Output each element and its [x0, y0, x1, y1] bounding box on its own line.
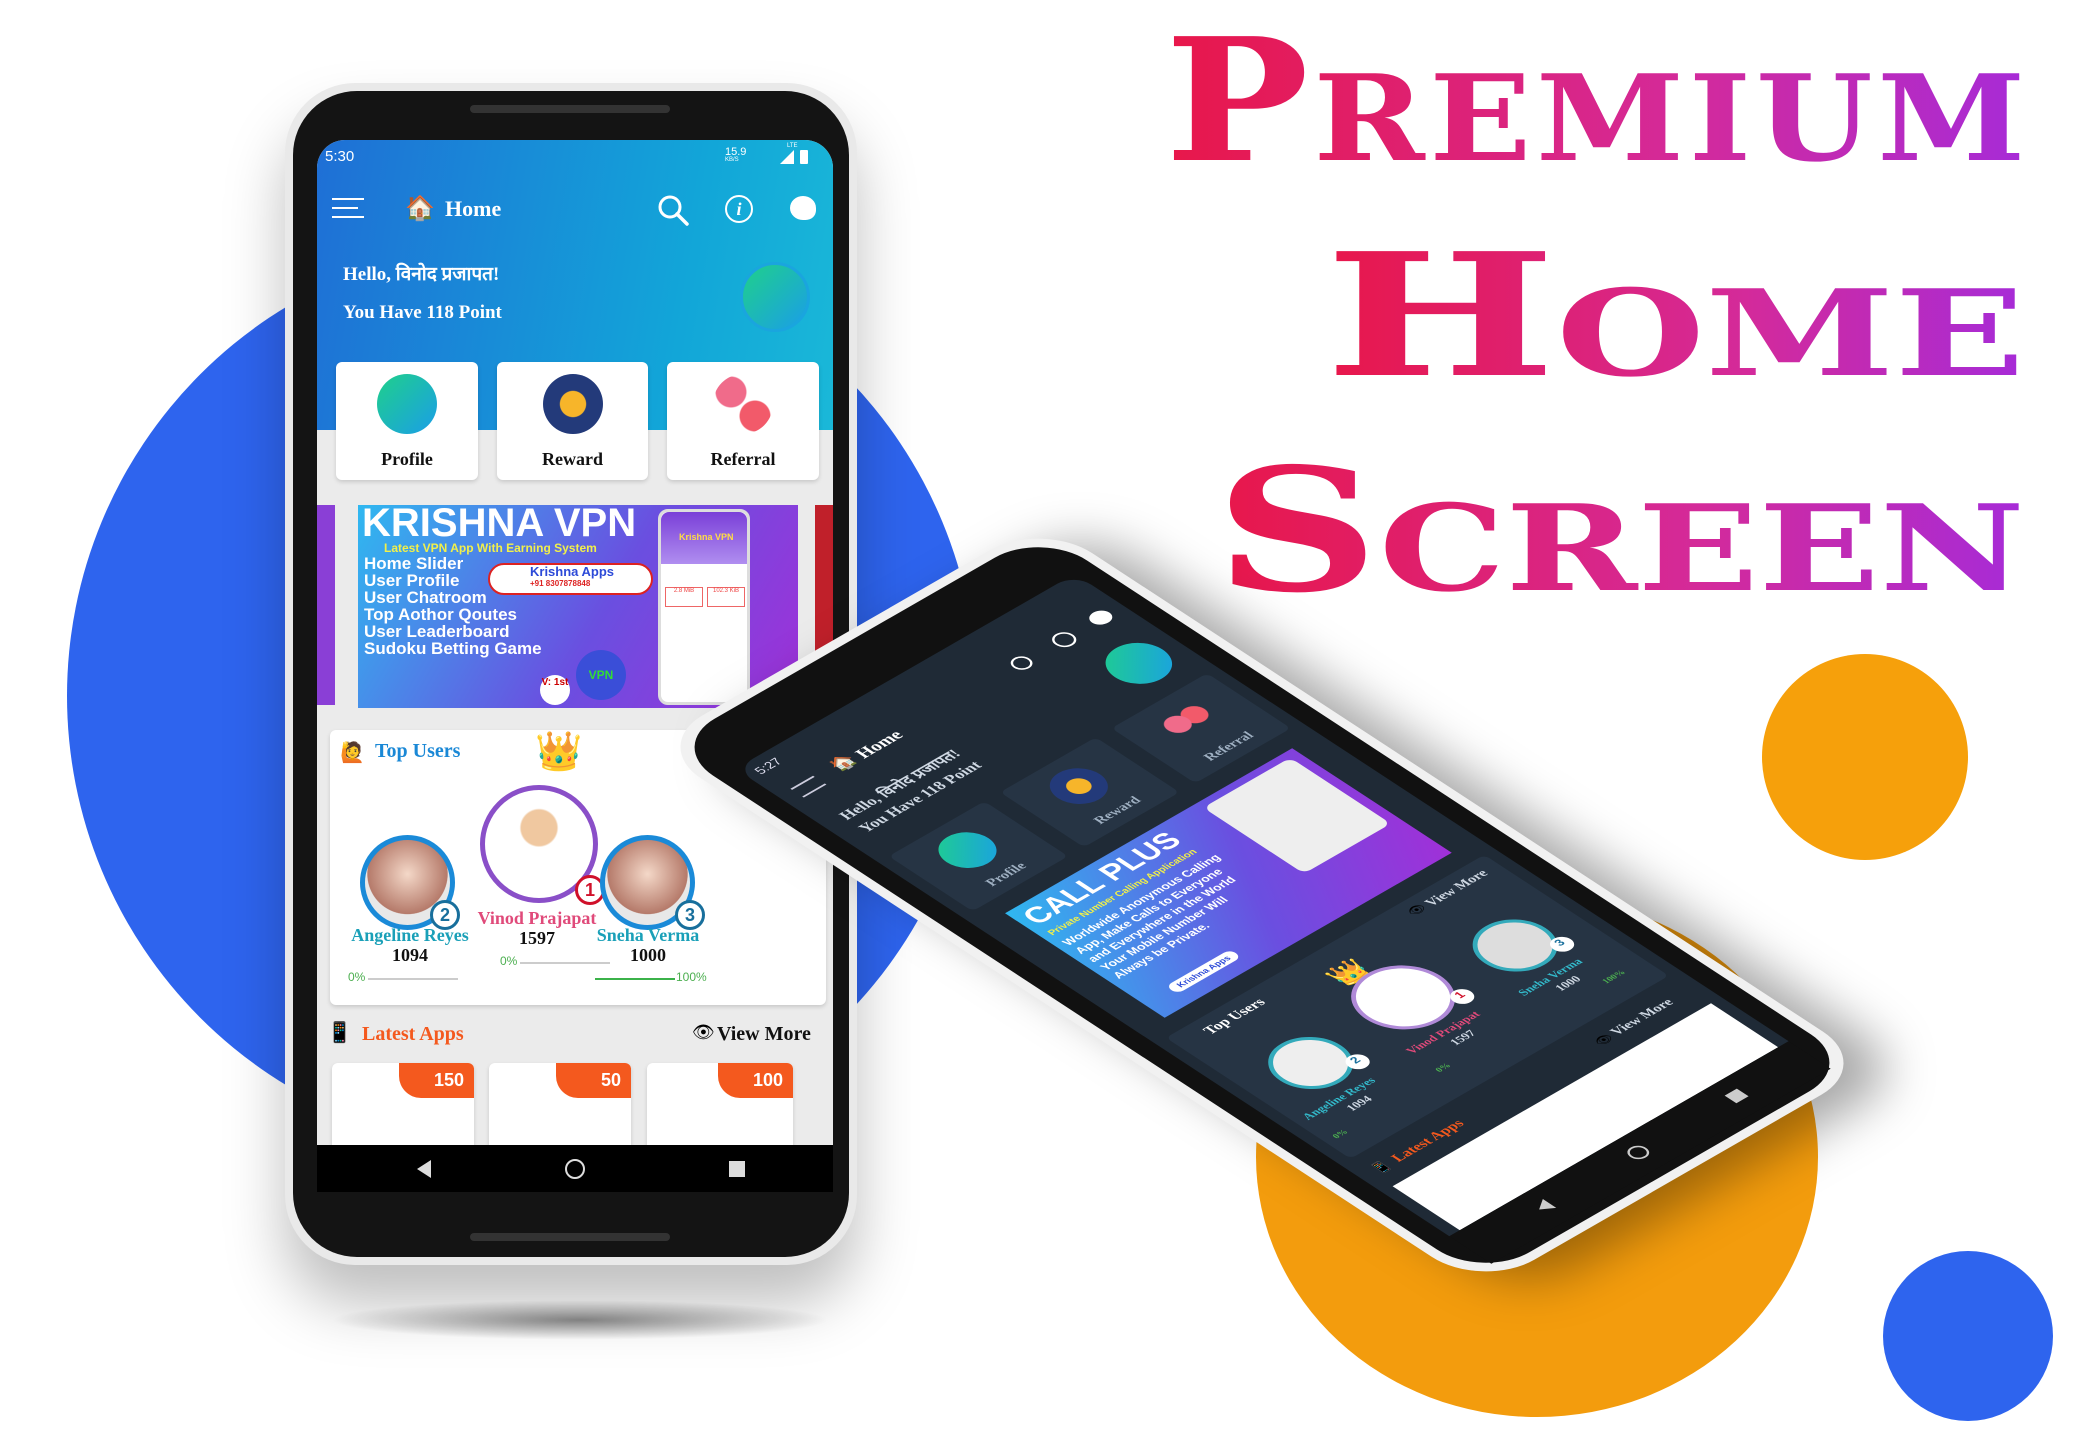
points-text: You Have 118 Point — [343, 302, 502, 323]
recents-button[interactable] — [1724, 1088, 1749, 1104]
latest-apps-icon: 📱 — [327, 1022, 352, 1044]
vpn-badge: VPN — [576, 650, 626, 700]
signal-icon — [780, 150, 794, 164]
back-button[interactable] — [1532, 1199, 1557, 1214]
banner-slider[interactable]: KRISHNA VPN Latest VPN App With Earning … — [358, 505, 798, 708]
progress-label: 100% — [1599, 968, 1628, 985]
small-blue-circle-decoration — [1883, 1251, 2053, 1421]
home-button[interactable] — [565, 1159, 585, 1179]
user-name: Sneha Verma — [596, 925, 700, 945]
mock-download: 2.8 MiB — [665, 587, 703, 607]
recents-button[interactable] — [729, 1161, 745, 1177]
latest-apps-title: Latest Apps — [362, 1023, 464, 1045]
palette-icon[interactable] — [1084, 607, 1118, 628]
phone-shadow — [330, 1300, 830, 1340]
feature-item: Sudoku Betting Game — [364, 639, 542, 658]
coin-badge: 100 — [718, 1063, 793, 1098]
progress-bar — [368, 978, 458, 980]
status-time: 5:30 — [325, 148, 355, 165]
referral-icon — [1149, 696, 1232, 748]
home-icon: 🏠 — [824, 751, 861, 774]
search-icon[interactable] — [1006, 653, 1037, 673]
top-users-title: Top Users — [375, 740, 461, 762]
progress-label: 0% — [348, 970, 366, 984]
brand-name: Krishna Apps — [530, 564, 615, 579]
headline-line-2: Home — [1325, 216, 2025, 416]
appbar-title: Home — [850, 727, 908, 762]
tile-label: Reward — [542, 449, 603, 469]
home-button[interactable] — [1622, 1143, 1654, 1162]
progress-label: 100% — [676, 970, 707, 984]
status-network: LTE — [787, 143, 798, 149]
greeting: Hello, विनोद प्रजापत! — [343, 264, 500, 285]
trophy-icon — [1037, 760, 1120, 812]
headline-line-3: Screen — [1215, 431, 2025, 610]
feature-item: User Leaderboard — [364, 622, 510, 641]
coin-badge: 50 — [556, 1063, 631, 1098]
version-badge: V: 1st — [540, 675, 570, 705]
mock-phone: Krishna VPN 2.8 MiB 102.3 KiB — [658, 509, 750, 705]
battery-icon — [800, 150, 808, 164]
status-speed-unit: KB/S — [725, 157, 739, 163]
user-avatar-button[interactable] — [1091, 634, 1186, 693]
view-more-link[interactable]: View More — [717, 1023, 811, 1046]
menu-icon[interactable] — [332, 198, 364, 218]
mock-phone — [1203, 757, 1391, 874]
eye-icon: 👁 — [692, 1022, 715, 1042]
tile-label: Referral — [710, 449, 776, 469]
top-users-title: Top Users — [1200, 996, 1270, 1038]
coin-badge: 150 — [399, 1063, 474, 1098]
info-icon[interactable] — [1047, 629, 1082, 651]
tile-label: Profile — [381, 449, 433, 469]
search-icon[interactable] — [657, 194, 689, 226]
brand-phone: +91 8307878848 — [530, 579, 591, 588]
earpiece — [470, 105, 670, 113]
top-users-emoji-icon: 🙋 — [340, 742, 365, 764]
light-phone-screen: 5:30 15.9 KB/S LTE 🏠 Home i Hello, विनोद… — [317, 140, 833, 1192]
profile-icon — [377, 374, 437, 434]
progress-bar — [595, 978, 675, 980]
view-more-link[interactable]: View More — [1422, 868, 1493, 910]
latest-apps-icon: 📱 — [1368, 1159, 1397, 1177]
reward-tile[interactable]: Reward — [497, 362, 648, 480]
home-icon: 🏠 — [405, 196, 435, 222]
navigation-bar — [317, 1145, 833, 1192]
app-card[interactable]: 100 — [647, 1063, 793, 1153]
banner-prev-peek — [317, 505, 335, 705]
profile-tile[interactable]: Profile — [336, 362, 478, 480]
user-avatar-button[interactable] — [740, 262, 810, 332]
headline: Premium Home Screen — [1165, 20, 2030, 610]
referral-tile[interactable]: Referral — [667, 362, 819, 480]
crown-icon: 👑 — [535, 731, 583, 773]
progress-label: 0% — [1329, 1127, 1351, 1140]
app-card[interactable]: 50 — [489, 1063, 631, 1153]
feature-item: Top Aothor Qoutes — [364, 605, 517, 624]
mock-upload: 102.3 KiB — [707, 587, 745, 607]
mock-title: Krishna VPN — [679, 532, 734, 542]
palette-icon[interactable] — [790, 196, 816, 220]
referral-icon — [713, 374, 773, 434]
user-points: 1000 — [630, 945, 666, 965]
appbar-title: Home — [445, 196, 502, 221]
progress-label: 0% — [1432, 1061, 1453, 1074]
menu-icon[interactable] — [790, 775, 827, 798]
banner-subtitle: Latest VPN App With Earning System — [384, 541, 597, 555]
progress-label: 0% — [500, 954, 518, 968]
brand-name: Krishna Apps — [1165, 949, 1242, 994]
orange-circle-decoration — [1762, 654, 1968, 860]
status-time: 5:27 — [750, 755, 786, 777]
back-button[interactable] — [417, 1160, 431, 1178]
app-card[interactable]: 150 — [332, 1063, 474, 1153]
bottom-speaker — [470, 1233, 670, 1241]
profile-icon — [926, 824, 1009, 876]
info-icon[interactable]: i — [725, 195, 753, 223]
headline-line-1: Premium — [1165, 20, 2030, 201]
banner-title: KRISHNA VPN — [362, 505, 637, 545]
trophy-icon — [542, 374, 603, 434]
